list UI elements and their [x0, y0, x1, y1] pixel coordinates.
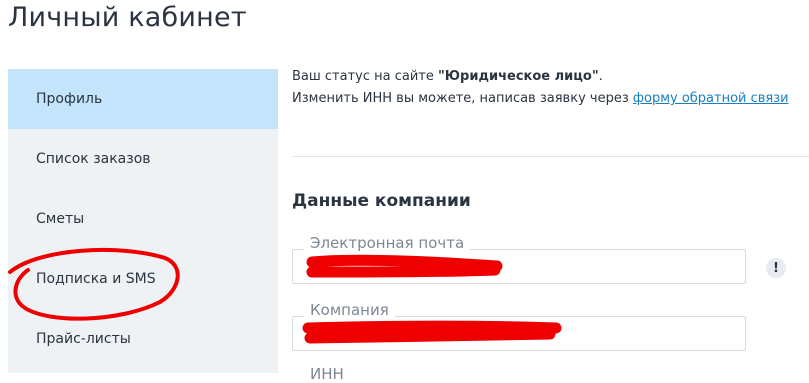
sidebar-item-label: Профиль — [36, 91, 103, 107]
sidebar-item-profile[interactable]: Профиль — [8, 69, 278, 129]
sidebar-item-label: Прайс-листы — [36, 331, 131, 347]
sidebar-item-subscription[interactable]: Подписка и SMS — [8, 249, 278, 309]
sidebar-item-label: Сметы — [36, 211, 85, 227]
exclamation-icon[interactable]: ! — [766, 258, 786, 278]
sidebar-item-orders[interactable]: Список заказов — [8, 129, 278, 189]
sidebar-item-estimates[interactable]: Сметы — [8, 189, 278, 249]
status-prefix: Ваш статус на сайте — [292, 69, 439, 84]
inn-change-text: Изменить ИНН вы можете, написав заявку ч… — [292, 91, 633, 106]
status-suffix: . — [598, 69, 603, 84]
status-value: "Юридическое лицо" — [438, 69, 599, 84]
inn-label: ИНН — [310, 365, 344, 383]
email-field[interactable] — [292, 249, 746, 284]
company-label: Компания — [304, 301, 395, 319]
email-label: Электронная почта — [304, 234, 471, 252]
sidebar-nav: Профиль Список заказов Сметы Подписка и … — [8, 69, 278, 373]
company-section-title: Данные компании — [292, 191, 471, 211]
inn-change-line: Изменить ИНН вы можете, написав заявку ч… — [292, 91, 789, 106]
feedback-form-link[interactable]: форму обратной связи — [633, 91, 789, 106]
sidebar-item-label: Список заказов — [36, 151, 151, 167]
section-divider — [292, 156, 809, 157]
status-line: Ваш статус на сайте "Юридическое лицо". — [292, 69, 603, 84]
company-field[interactable] — [292, 316, 746, 351]
sidebar-item-label: Подписка и SMS — [36, 271, 156, 287]
sidebar-item-price-lists[interactable]: Прайс-листы — [8, 309, 278, 369]
page-title: Личный кабинет — [8, 2, 247, 33]
